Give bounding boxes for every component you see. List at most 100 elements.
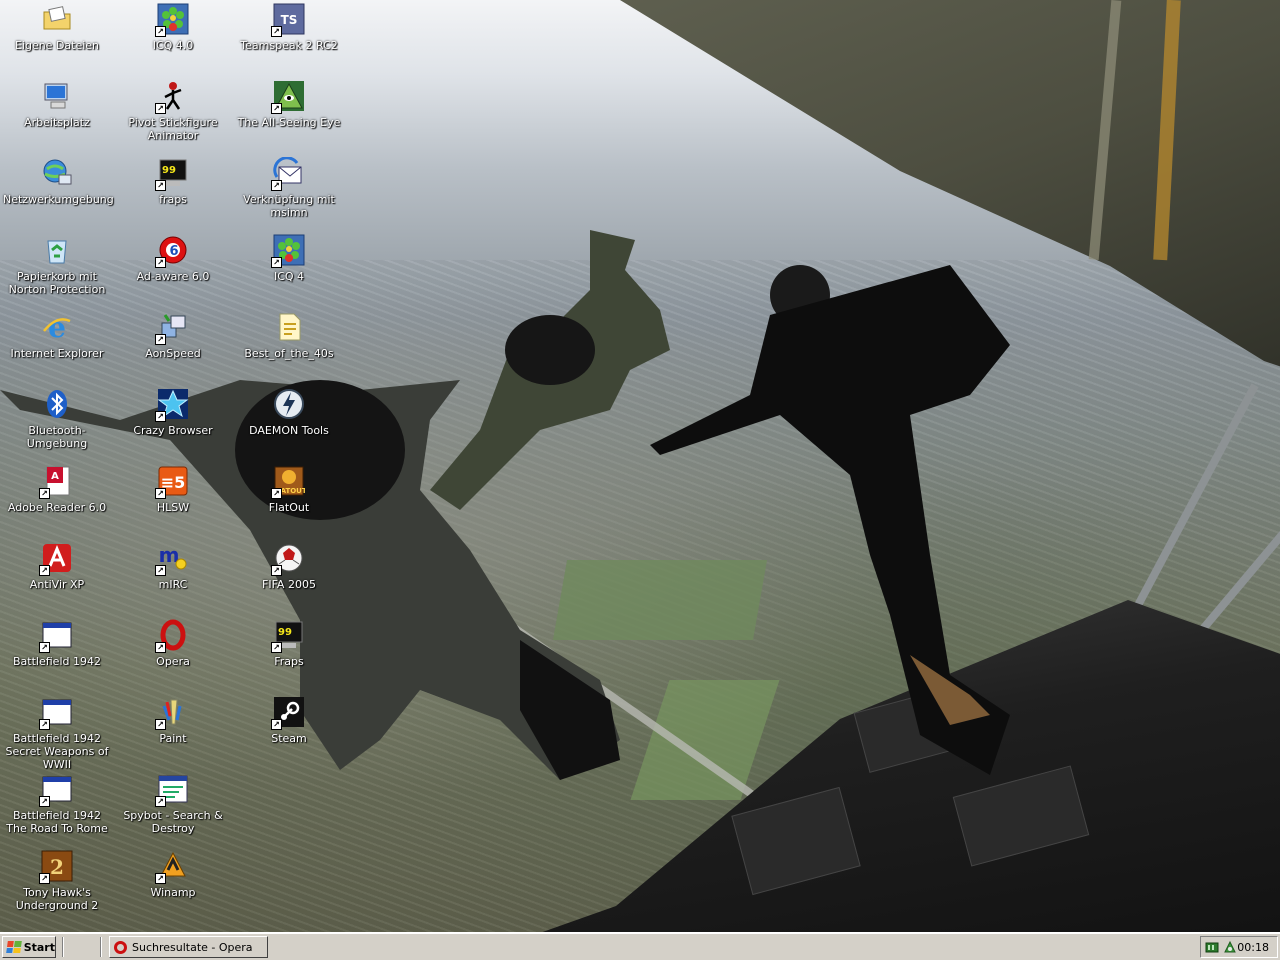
hlsw-icon: ≡5 ↗ <box>155 465 189 499</box>
desktop-icon[interactable]: ↗ AntiVir XP <box>1 542 113 591</box>
winamp-icon: ↗ <box>155 850 189 884</box>
desktop-icon[interactable]: ≡5 ↗ HLSW <box>117 465 229 514</box>
teamspeak-icon: TS ↗ <box>271 3 305 37</box>
tray-clock[interactable]: 00:18 <box>1237 941 1269 954</box>
desktop-icon[interactable]: m ↗ mIRC <box>117 542 229 591</box>
desktop-icon[interactable]: ↗ The All-Seeing Eye <box>233 80 345 129</box>
fraps-icon: 99 ↗ <box>271 619 305 653</box>
desktop-icon-label: Crazy Browser <box>133 424 213 437</box>
shortcut-arrow-icon: ↗ <box>155 873 166 884</box>
desktop-icon[interactable]: ↗ Battlefield 1942 <box>1 619 113 668</box>
desktop-icon[interactable]: A ↗ Adobe Reader 6.0 <box>1 465 113 514</box>
spybot-icon: ↗ <box>155 773 189 807</box>
desktop-icon-label: Pivot Stickfigure Animator <box>128 116 218 142</box>
recycle-bin-icon <box>41 234 73 266</box>
desktop-icon[interactable]: Eigene Dateien <box>1 3 113 52</box>
desktop-icon[interactable]: ↗ Battlefield 1942 Secret Weapons of WWII <box>1 696 113 771</box>
desktop-icon-label: Teamspeak 2 RC2 <box>240 39 338 52</box>
desktop-icon[interactable]: FLATOUT ↗ FlatOut <box>233 465 345 514</box>
desktop-icon-label: Netzwerkumgebung <box>3 193 114 206</box>
desktop-icon[interactable]: ↗ Steam <box>233 696 345 745</box>
taskbar-button-label: Suchresultate - Opera <box>132 940 253 954</box>
desktop-icon[interactable]: ↗ ICQ 4.0 <box>117 3 229 52</box>
antivir-icon: ↗ <box>39 542 73 576</box>
desktop-icon[interactable]: Papierkorb mit Norton Protection <box>1 234 113 296</box>
desktop-icon[interactable]: ↗ Paint <box>117 696 229 745</box>
desktop-icon-label: Arbeitsplatz <box>24 116 90 129</box>
desktop-icon-label: HLSW <box>156 501 190 514</box>
desktop-icon[interactable]: ↗ Verknüpfung mit msimn <box>233 157 345 219</box>
desktop-icon-label: Papierkorb mit Norton Protection <box>8 270 106 296</box>
desktop-icon-label: fraps <box>159 193 187 206</box>
shortcut-arrow-icon: ↗ <box>155 488 166 499</box>
desktop-icon[interactable]: ↗ Battlefield 1942 The Road To Rome <box>1 773 113 835</box>
windows-flag-icon <box>6 941 22 953</box>
shortcut-arrow-icon: ↗ <box>271 719 282 730</box>
taskbar: Start Suchresultate - Opera 00:18 <box>0 932 1280 960</box>
desktop-icon-label: Battlefield 1942 <box>13 655 101 668</box>
my-computer-icon <box>41 80 73 112</box>
folder-documents-icon <box>41 3 73 35</box>
desktop-icon[interactable]: ↗ ICQ 4 <box>233 234 345 283</box>
desktop-icon[interactable]: 99 ↗ fraps <box>117 157 229 206</box>
desktop-icon[interactable]: ↗ FIFA 2005 <box>233 542 345 591</box>
desktop-icon[interactable]: ↗ AonSpeed <box>117 311 229 360</box>
shortcut-arrow-icon: ↗ <box>271 257 282 268</box>
start-button[interactable]: Start <box>2 936 56 958</box>
outlook-express-icon: ↗ <box>271 157 305 191</box>
flatout-icon: FLATOUT ↗ <box>271 465 305 499</box>
network-tray-icon[interactable] <box>1205 940 1219 954</box>
desktop-icon[interactable]: Bluetooth-Umgebung <box>1 388 113 450</box>
desktop-icon-label: Bluetooth-Umgebung <box>26 424 88 450</box>
desktop-icon-label: Battlefield 1942 Secret Weapons of WWII <box>5 732 109 771</box>
network-places-icon <box>41 157 73 189</box>
shortcut-arrow-icon: ↗ <box>155 719 166 730</box>
desktop-icon[interactable]: ↗ Winamp <box>117 850 229 899</box>
desktop-icon-label: Battlefield 1942 The Road To Rome <box>6 809 108 835</box>
shortcut-arrow-icon: ↗ <box>39 873 50 884</box>
desktop-icon[interactable]: ↗ Crazy Browser <box>117 388 229 437</box>
desktop-icon[interactable]: ↗ Pivot Stickfigure Animator <box>117 80 229 142</box>
desktop-icon[interactable]: Netzwerkumgebung <box>1 157 114 206</box>
taskbar-separator <box>100 937 102 957</box>
application-window-icon: ↗ <box>39 773 73 807</box>
application-window-icon: ↗ <box>39 696 73 730</box>
opera-icon: ↗ <box>155 619 189 653</box>
opera-icon <box>114 940 127 954</box>
desktop-icon[interactable]: e Internet Explorer <box>1 311 113 360</box>
shortcut-arrow-icon: ↗ <box>155 103 166 114</box>
taskbar-button-opera[interactable]: Suchresultate - Opera <box>109 936 268 958</box>
desktop-icon[interactable]: 99 ↗ Fraps <box>233 619 345 668</box>
fraps-icon: 99 ↗ <box>155 157 189 191</box>
shortcut-arrow-icon: ↗ <box>155 257 166 268</box>
shortcut-arrow-icon: ↗ <box>155 334 166 345</box>
desktop-icon-label: Fraps <box>274 655 304 668</box>
desktop-icon-label: AonSpeed <box>145 347 201 360</box>
document-icon <box>273 311 305 343</box>
paint-icon: ↗ <box>155 696 189 730</box>
shortcut-arrow-icon: ↗ <box>155 411 166 422</box>
aonspeed-icon: ↗ <box>155 311 189 345</box>
desktop-icon[interactable]: 2 ↗ Tony Hawk's Underground 2 <box>1 850 113 912</box>
svg-text:e: e <box>48 311 66 343</box>
desktop-icon[interactable]: DAEMON Tools <box>233 388 345 437</box>
desktop-icon[interactable]: 6 ↗ Ad-aware 6.0 <box>117 234 229 283</box>
desktop-icon-label: The All-Seeing Eye <box>237 116 341 129</box>
desktop-icon-label: Tony Hawk's Underground 2 <box>15 886 99 912</box>
desktop-icon[interactable]: TS ↗ Teamspeak 2 RC2 <box>233 3 345 52</box>
shortcut-arrow-icon: ↗ <box>271 103 282 114</box>
desktop-icon-label: Verknüpfung mit msimn <box>243 193 335 219</box>
desktop-icon[interactable]: ↗ Spybot - Search & Destroy <box>117 773 229 835</box>
desktop-icon[interactable]: Arbeitsplatz <box>1 80 113 129</box>
desktop-icon[interactable]: Best_of_the_40s <box>233 311 345 360</box>
desktop-icon[interactable]: ↗ Opera <box>117 619 229 668</box>
desktop-icon-label: Internet Explorer <box>10 347 104 360</box>
svg-text:99: 99 <box>278 627 292 638</box>
system-tray: 00:18 <box>1200 936 1278 958</box>
start-label: Start <box>23 940 55 954</box>
svg-text:6: 6 <box>169 244 178 259</box>
adobe-reader-icon: A ↗ <box>39 465 73 499</box>
shortcut-arrow-icon: ↗ <box>39 642 50 653</box>
mirc-icon: m ↗ <box>155 542 189 576</box>
security-tray-icon[interactable] <box>1223 940 1237 954</box>
